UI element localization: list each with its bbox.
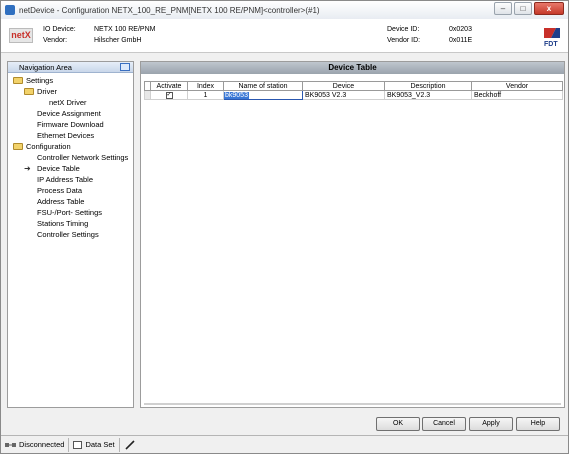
disconnected-plug-icon: [5, 442, 16, 447]
fdt-logo: FDT: [542, 25, 562, 49]
panel-title: Device Table: [141, 62, 564, 74]
nav-item-stations-timing[interactable]: Stations Timing: [37, 219, 88, 228]
dataset-icon: [73, 440, 83, 449]
maximize-button[interactable]: □: [514, 2, 532, 15]
device-cell: BK9053 V2.3: [302, 90, 385, 100]
vendor-label: Vendor:: [43, 37, 68, 44]
apply-button[interactable]: Apply: [469, 417, 513, 431]
device-id-label: Device ID:: [387, 26, 420, 33]
nav-item-ip-address-table[interactable]: IP Address Table: [37, 175, 93, 184]
navigation-title: Navigation Area: [19, 62, 72, 72]
device-table-panel: Device Table Activate Index Name of stat…: [140, 61, 565, 408]
pen-icon: [125, 439, 135, 450]
netx-logo: netX: [9, 28, 33, 43]
close-button[interactable]: x: [534, 2, 564, 15]
nav-item-device-table[interactable]: ➜ Device Table: [24, 164, 80, 173]
connection-status: Disconnected: [1, 437, 70, 452]
dataset-status-text: Data Set: [85, 440, 115, 449]
activate-checkbox[interactable]: ✓: [165, 92, 173, 99]
edit-mode-indicator: [120, 438, 140, 452]
nav-item-fsu-port-settings[interactable]: FSU-/Port- Settings: [37, 208, 102, 217]
status-bar: Disconnected Data Set: [1, 435, 568, 453]
main-window: netDevice - Configuration NETX_100_RE_PN…: [0, 0, 569, 454]
cancel-button[interactable]: Cancel: [422, 417, 466, 431]
help-button[interactable]: Help: [516, 417, 560, 431]
vendor-id-value: 0x011E: [449, 37, 473, 44]
vendor-value: Hilscher GmbH: [94, 37, 142, 44]
column-header-name-of-station[interactable]: Name of station: [223, 81, 303, 91]
device-table: Activate Index Name of station Device De…: [144, 81, 563, 100]
folder-open-icon: [13, 143, 23, 150]
window-title: netDevice - Configuration NETX_100_RE_PN…: [19, 5, 320, 15]
nav-item-ethernet-devices[interactable]: Ethernet Devices: [37, 131, 94, 140]
nav-item-controller-network-settings[interactable]: Controller Network Settings: [37, 153, 128, 162]
folder-open-icon: [13, 77, 23, 84]
dataset-status: Data Set: [69, 437, 120, 452]
nav-item-process-data[interactable]: Process Data: [37, 186, 82, 195]
nav-item-device-assignment[interactable]: Device Assignment: [37, 109, 101, 118]
device-info-header: netX IO Device: NETX 100 RE/PNM Vendor: …: [1, 19, 568, 53]
navigation-header: Navigation Area: [8, 62, 133, 73]
title-bar[interactable]: netDevice - Configuration NETX_100_RE_PN…: [1, 1, 568, 19]
column-header-vendor[interactable]: Vendor: [471, 81, 563, 91]
io-device-value: NETX 100 RE/PNM: [94, 26, 156, 33]
connection-status-text: Disconnected: [19, 440, 65, 449]
nav-item-netx-driver[interactable]: netX Driver: [49, 98, 87, 107]
nav-item-controller-settings[interactable]: Controller Settings: [37, 230, 99, 239]
nav-item-configuration[interactable]: Configuration: [13, 142, 71, 151]
column-header-activate[interactable]: Activate: [150, 81, 188, 91]
name-of-station-input[interactable]: bk9053: [223, 90, 303, 100]
activate-cell[interactable]: ✓: [150, 90, 188, 100]
nav-item-address-table[interactable]: Address Table: [37, 197, 84, 206]
horizontal-scrollbar[interactable]: [144, 403, 561, 405]
navigation-toggle-icon[interactable]: [120, 63, 130, 71]
vendor-cell: Beckhoff: [471, 90, 563, 100]
current-page-arrow-icon: ➜: [24, 164, 31, 173]
device-id-value: 0x0203: [449, 26, 472, 33]
index-cell: 1: [187, 90, 224, 100]
nav-item-driver[interactable]: Driver: [24, 87, 57, 96]
nav-item-settings[interactable]: Settings: [13, 76, 53, 85]
column-header-description[interactable]: Description: [384, 81, 472, 91]
name-of-station-value: bk9053: [224, 91, 249, 99]
description-cell: BK9053_V2.3: [384, 90, 472, 100]
fdt-logo-text: FDT: [544, 41, 558, 48]
vendor-id-label: Vendor ID:: [387, 37, 421, 44]
ok-button[interactable]: OK: [376, 417, 420, 431]
app-icon: [5, 5, 15, 15]
nav-item-firmware-download[interactable]: Firmware Download: [37, 120, 104, 129]
io-device-label: IO Device:: [43, 26, 76, 33]
folder-open-icon: [24, 88, 34, 95]
table-row[interactable]: ✓ 1 bk9053 BK9053 V2.3 BK9053_V2.3 Beckh…: [144, 90, 563, 100]
table-header-row: Activate Index Name of station Device De…: [144, 81, 563, 91]
navigation-area: Navigation Area Settings Driver netX Dri…: [7, 61, 134, 408]
minimize-button[interactable]: –: [494, 2, 512, 15]
column-header-index[interactable]: Index: [187, 81, 224, 91]
window-controls: – □ x: [494, 2, 564, 15]
column-header-device[interactable]: Device: [302, 81, 385, 91]
